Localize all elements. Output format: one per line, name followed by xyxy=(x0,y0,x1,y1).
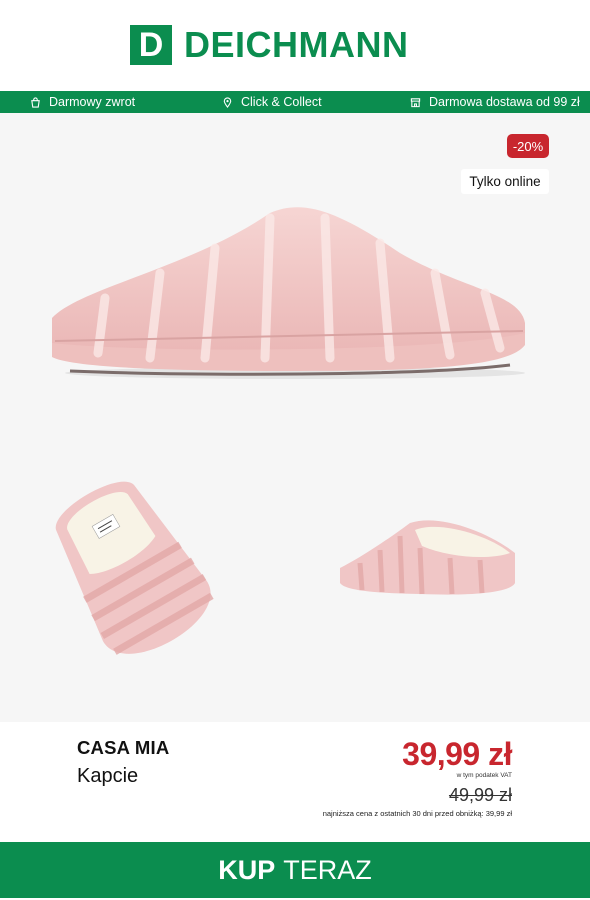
slipper-side-image[interactable] xyxy=(40,193,540,393)
logo-mark: D xyxy=(130,25,172,65)
return-bag-icon xyxy=(31,96,40,108)
header: D DEICHMANN xyxy=(0,0,590,90)
benefit-click-collect[interactable]: Click & Collect xyxy=(222,91,322,113)
benefit-label: Darmowa dostawa od 99 zł xyxy=(429,95,580,109)
old-price: 49,99 zł xyxy=(448,785,512,805)
benefit-label: Click & Collect xyxy=(241,95,322,109)
logo-wordmark: DEICHMANN xyxy=(184,24,409,65)
store-icon xyxy=(410,97,421,107)
product-gallery[interactable]: -20% Tylko online xyxy=(0,113,590,722)
location-pin-icon xyxy=(223,96,232,108)
slipper-angle-image[interactable] xyxy=(330,508,530,608)
cta-bold-label: KUP xyxy=(218,854,276,885)
deichmann-logo[interactable]: D DEICHMANN xyxy=(130,25,409,65)
online-only-badge: Tylko online xyxy=(461,169,549,194)
vat-note: w tym podatek VAT xyxy=(456,772,512,779)
product-info: CASA MIA Kapcie 39,99 zł w tym podatek V… xyxy=(0,722,590,840)
product-brand[interactable]: CASA MIA xyxy=(77,737,169,759)
benefit-label: Darmowy zwrot xyxy=(49,95,136,109)
discount-badge: -20% xyxy=(507,134,549,158)
buy-now-button[interactable]: KUP TERAZ xyxy=(0,842,590,898)
cta-light-label: TERAZ xyxy=(283,854,372,885)
lowest-price-note: najniższa cena z ostatnich 30 dni przed … xyxy=(322,809,512,818)
slipper-top-image[interactable] xyxy=(30,468,230,668)
benefit-free-delivery[interactable]: Darmowa dostawa od 99 zł xyxy=(410,91,580,113)
product-type[interactable]: Kapcie xyxy=(77,765,138,788)
benefit-free-return[interactable]: Darmowy zwrot xyxy=(30,91,135,113)
current-price: 39,99 zł xyxy=(402,736,512,772)
benefits-bar: Darmowy zwrot Click & Collect Darmowa do… xyxy=(0,91,590,113)
